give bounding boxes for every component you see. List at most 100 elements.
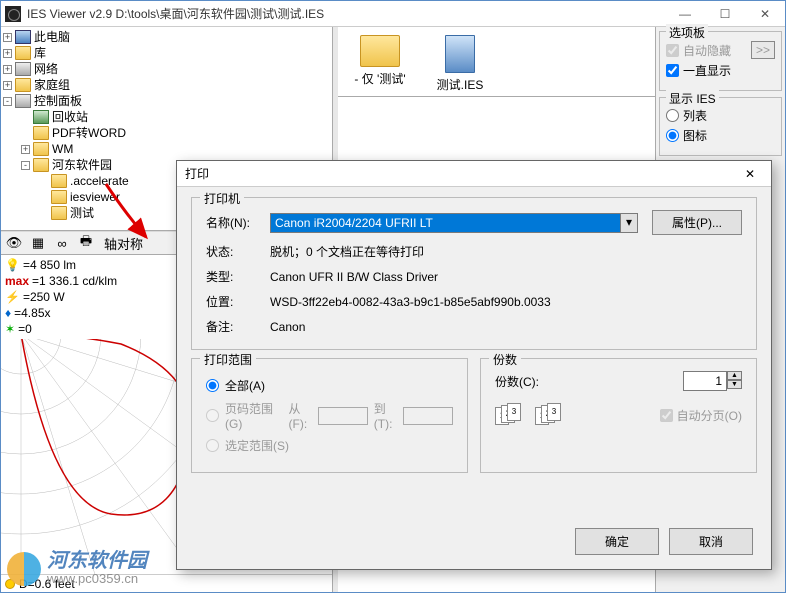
tree-expander[interactable]: + [3,49,12,58]
icons-label: 图标 [683,127,707,144]
tree-label: 回收站 [52,109,88,125]
ok-button[interactable]: 确定 [575,528,659,555]
bulb-icon: 💡 [5,257,20,273]
tree-item[interactable]: +此电脑 [3,29,330,45]
folder-icon [15,78,31,92]
tree-label: 库 [34,45,46,61]
drive-icon [15,62,31,76]
folder-icon [15,46,31,60]
cancel-button[interactable]: 取消 [669,528,753,555]
link-icon[interactable]: ∞ [51,233,73,253]
tree-expander [21,129,30,138]
minimize-button[interactable]: — [665,1,705,26]
collate-checkbox [660,409,673,422]
tree-item[interactable]: + WM [3,141,330,157]
print-icon[interactable]: 🖶 [75,233,97,253]
cdklm-value: =1 336.1 cd/klm [32,273,117,289]
lumen-value: =4 850 lm [23,257,76,273]
status-bar: D=0.6 feet [1,574,332,592]
range-to-input [403,407,453,425]
tree-label: PDF转WORD [52,125,126,141]
tree-expander[interactable]: + [21,145,30,154]
always-show-checkbox[interactable] [666,64,679,77]
type-value: Canon UFR II B/W Class Driver [270,270,742,284]
watts-value: =250 W [23,289,65,305]
file-label: 测试.IES [437,76,484,93]
display-ies-title: 显示 IES [666,90,719,107]
range-group-legend: 打印范围 [200,351,256,368]
tree-expander[interactable]: - [3,97,12,106]
axis-symmetry-button[interactable]: 轴对称 [99,233,148,253]
folder-item[interactable]: - 仅 '测试' [350,35,410,87]
tree-expander[interactable]: + [3,81,12,90]
printer-dropdown-button[interactable]: ▾ [621,213,638,233]
tree-label: 网络 [34,61,58,77]
copies-label: 份数(C): [495,373,539,390]
tree-label: iesviewer [70,189,120,205]
eye-icon[interactable]: 👁 [3,233,25,253]
copies-input[interactable] [683,371,727,391]
tree-item[interactable]: - 控制面板 [3,93,330,109]
tree-label: 控制面板 [34,93,82,109]
tree-expander [21,113,30,122]
document-icon [445,35,475,73]
zero-value: =0 [18,321,32,337]
tree-item[interactable]: + 网络 [3,61,330,77]
name-label: 名称(N): [206,214,270,231]
auto-hide-checkbox [666,44,679,57]
location-label: 位置: [206,293,270,310]
recycle-icon [33,110,49,124]
folder-label: - 仅 '测试' [354,70,405,87]
computer-icon [15,30,31,44]
tree-label: WM [52,141,73,157]
ies-file-item[interactable]: 测试.IES [430,35,490,93]
folder-icon [51,174,67,188]
always-show-label: 一直显示 [683,62,731,79]
range-all-label: 全部(A) [225,377,265,394]
folder-icon [51,190,67,204]
printer-name-combo[interactable] [270,213,621,233]
range-all-radio[interactable] [206,379,219,392]
ratio-value: =4.85x [14,305,50,321]
range-pages-label: 页码范围(G) [225,400,275,431]
list-radio[interactable] [666,109,679,122]
max-icon: max [5,273,29,289]
copies-up-button[interactable]: ▲ [727,371,742,380]
tree-item[interactable]: PDF转WORD [3,125,330,141]
bolt-icon: ⚡ [5,289,20,305]
tree-item[interactable]: +库 [3,45,330,61]
tree-label: 家庭组 [34,77,70,93]
tree-expander[interactable]: - [21,161,30,170]
tree-item[interactable]: 回收站 [3,109,330,125]
close-button[interactable]: ✕ [745,1,785,26]
dialog-close-button[interactable]: ✕ [737,167,763,181]
range-selection-label: 选定范围(S) [225,437,289,454]
folder-icon [33,158,49,172]
list-label: 列表 [683,107,707,124]
tree-label: .accelerate [70,173,129,189]
window-title: IES Viewer v2.9 D:\tools\桌面\河东软件园\测试\测试.… [27,5,324,22]
folder-icon [33,126,49,140]
range-pages-radio [206,409,219,422]
tree-expander [39,209,48,218]
folder-icon [51,206,67,220]
copies-down-button[interactable]: ▼ [727,380,742,389]
type-label: 类型: [206,268,270,285]
maximize-button[interactable]: ☐ [705,1,745,26]
zero-icon: ✶ [5,321,15,337]
status-value: 脱机；0 个文档正在等待打印 [270,243,742,260]
auto-hide-label: 自动隐藏 [683,42,731,59]
tree-expander[interactable]: + [3,33,12,42]
status-dot-icon [5,579,15,589]
tree-expander[interactable]: + [3,65,12,74]
range-from-label: 从(F): [289,400,312,431]
options-panel-title: 选项板 [666,24,708,41]
range-from-input [318,407,368,425]
grid-icon[interactable]: ▦ [27,233,49,253]
expand-button[interactable]: >> [751,41,775,59]
folder-icon [360,35,400,67]
tree-item[interactable]: + 家庭组 [3,77,330,93]
ratio-icon: ♦ [5,305,11,321]
properties-button[interactable]: 属性(P)... [652,210,742,235]
icons-radio[interactable] [666,129,679,142]
